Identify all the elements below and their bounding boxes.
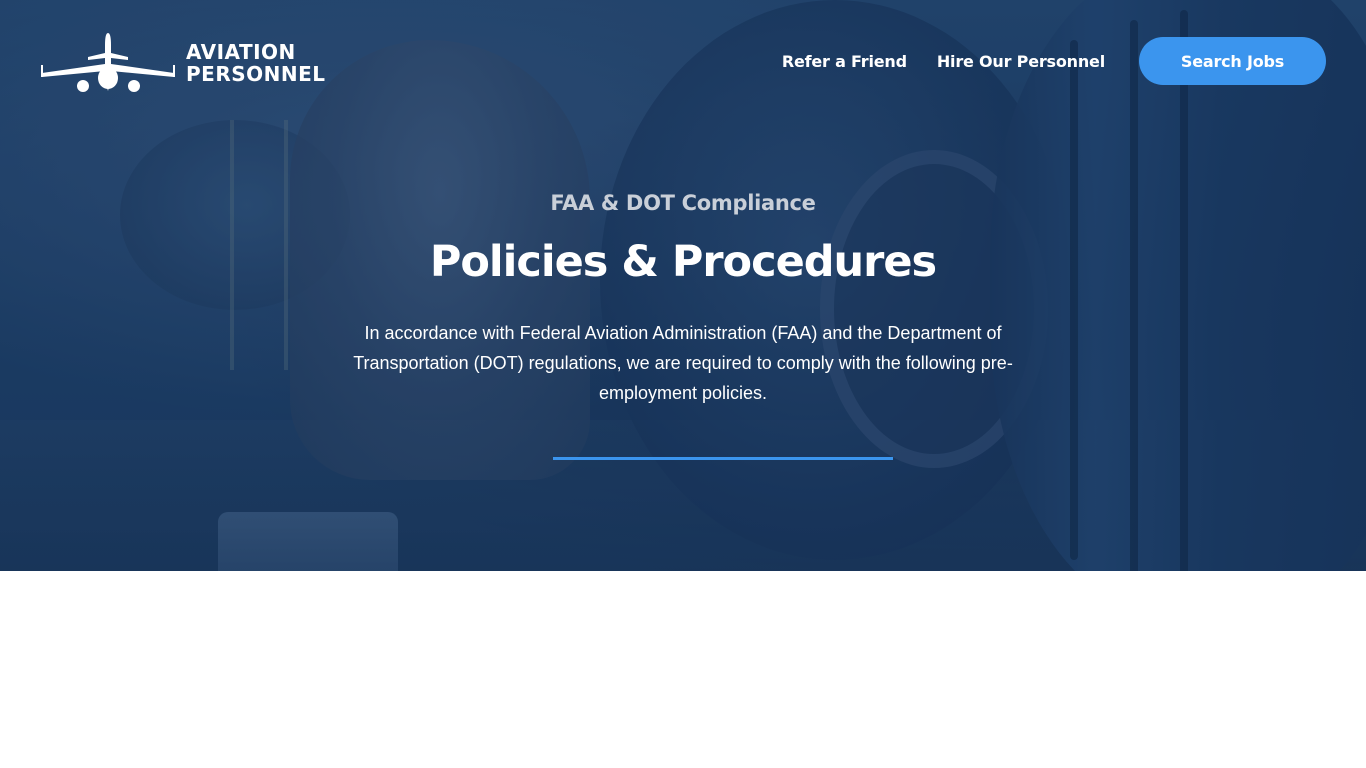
search-jobs-button[interactable]: Search Jobs — [1139, 37, 1326, 85]
main-navigation: Refer a Friend Hire Our Personnel Search… — [782, 37, 1326, 85]
logo-line-2: PERSONNEL — [186, 62, 326, 86]
site-logo[interactable]: AVIATION PERSONNEL — [40, 30, 325, 96]
page-body — [0, 571, 1366, 768]
logo-line-1: AVIATION — [186, 40, 296, 64]
hero-eyebrow: FAA & DOT Compliance — [550, 191, 816, 215]
nav-hire-our-personnel[interactable]: Hire Our Personnel — [937, 52, 1105, 71]
nav-refer-a-friend[interactable]: Refer a Friend — [782, 52, 907, 71]
hero-description: In accordance with Federal Aviation Admi… — [353, 323, 1013, 403]
hero-section: AVIATION PERSONNEL Refer a Friend Hire O… — [0, 0, 1366, 571]
airplane-logo-icon — [41, 33, 175, 92]
logo-wordmark: AVIATION PERSONNEL — [186, 41, 326, 85]
hero-divider — [553, 457, 893, 460]
page-title: Policies & Procedures — [429, 237, 937, 287]
hero-content: FAA & DOT Compliance Policies & Procedur… — [0, 186, 1366, 408]
